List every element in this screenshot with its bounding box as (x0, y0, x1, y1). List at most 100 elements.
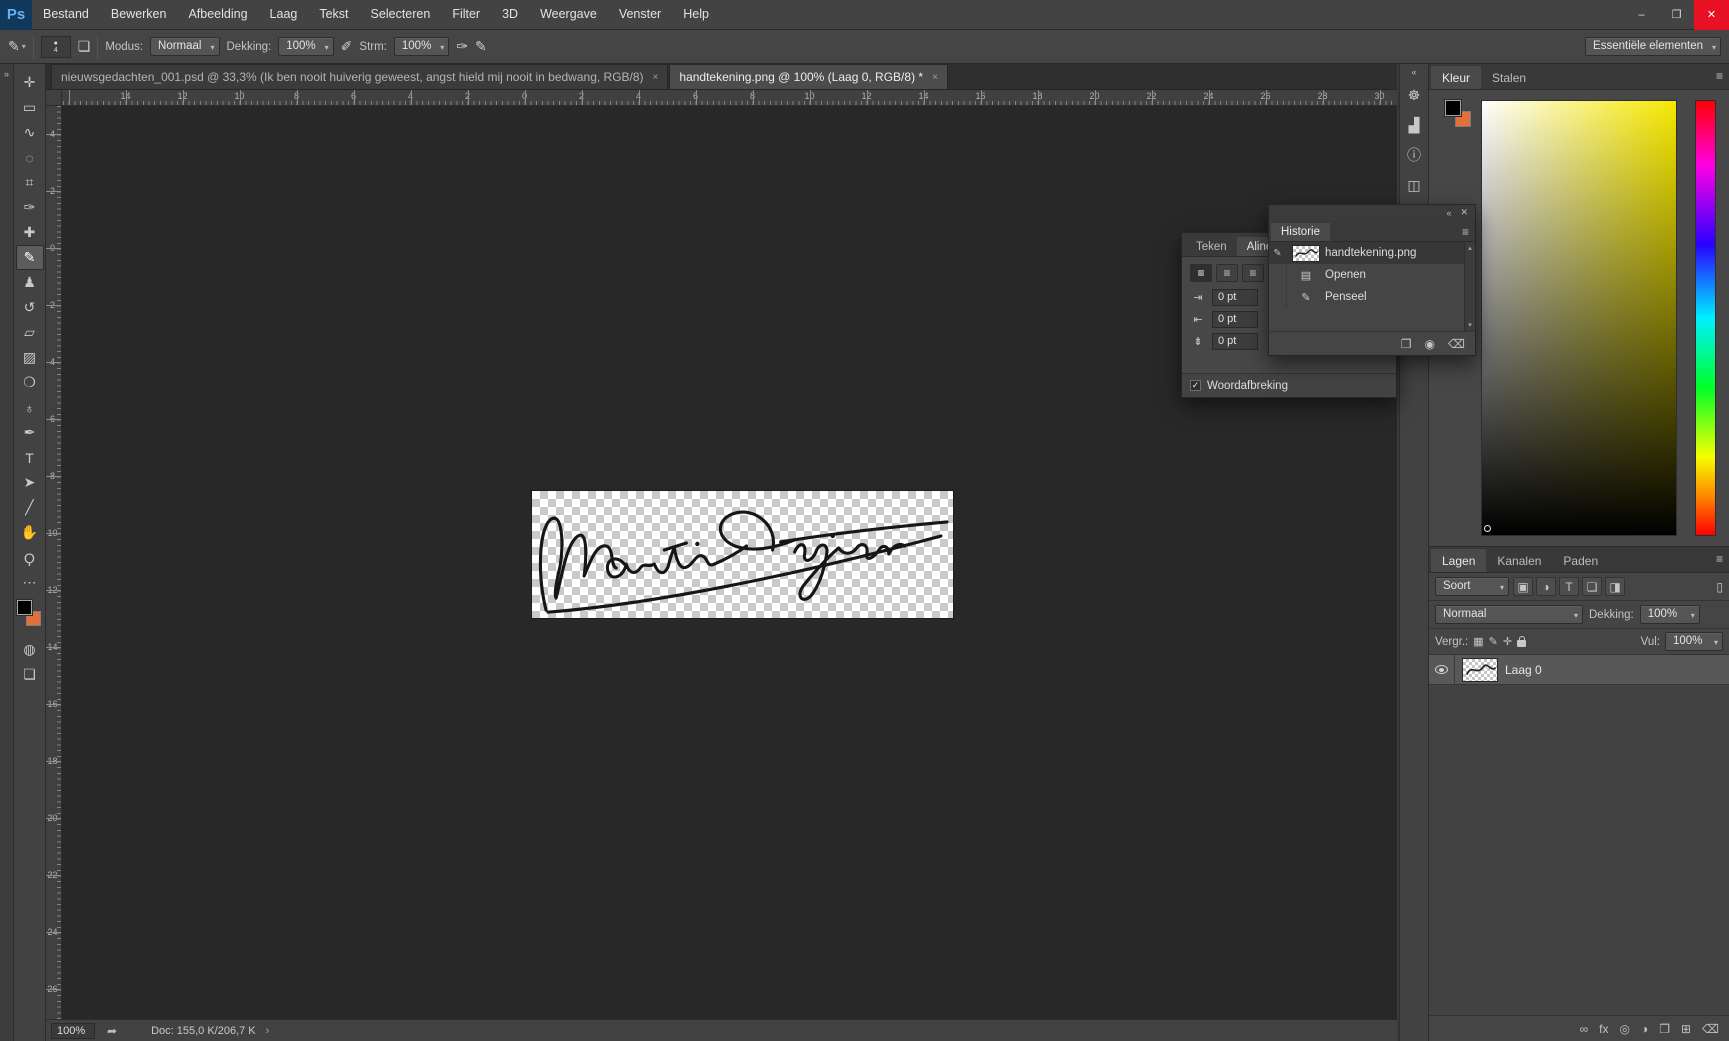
tab-close-icon[interactable]: × (932, 72, 938, 83)
new-snapshot-button[interactable]: ◉ (1425, 337, 1435, 351)
scroll-down-icon[interactable]: ▾ (1468, 321, 1472, 329)
menu-item[interactable]: Bewerken (100, 0, 178, 29)
new-document-from-state-button[interactable]: ❐ (1401, 337, 1412, 351)
filter-smart-objects-icon[interactable]: ◨ (1605, 577, 1625, 596)
tab-close-icon[interactable]: × (653, 72, 659, 83)
menu-item[interactable]: Filter (441, 0, 491, 29)
close-button[interactable]: ✕ (1694, 0, 1729, 30)
indent-value-field[interactable]: 0 pt (1212, 311, 1258, 328)
tablet-size-button[interactable]: ✎ (475, 38, 487, 55)
menu-item[interactable]: Bestand (32, 0, 100, 29)
layer-thumbnail[interactable] (1463, 658, 1497, 681)
blend-mode-dropdown[interactable]: Normaal ▾ (150, 37, 220, 56)
panel-tab[interactable]: Paden (1552, 549, 1609, 572)
layer-group-button[interactable]: ❐ (1659, 1022, 1670, 1036)
tablet-opacity-button[interactable]: ✐ (341, 38, 353, 55)
lasso-tool[interactable]: ∿ (16, 120, 44, 145)
panel-tab[interactable]: Kanalen (1486, 549, 1552, 572)
menu-item[interactable]: Venster (608, 0, 672, 29)
layer-opacity-dropdown[interactable]: 100% ▾ (1639, 605, 1700, 624)
toggle-brush-panel-button[interactable]: ❏ (78, 38, 91, 55)
layer-effects-button[interactable]: fx (1599, 1022, 1608, 1036)
layer-blend-mode-dropdown[interactable]: Normaal ▾ (1435, 605, 1583, 624)
line-tool[interactable]: ╱ (16, 495, 44, 520)
foreground-background-swatches[interactable] (15, 599, 43, 634)
history-brush-source-slot[interactable] (1269, 264, 1287, 286)
color-picker-dot[interactable] (1484, 525, 1491, 532)
panel-tab[interactable]: Stalen (1481, 66, 1537, 89)
foreground-color-swatch[interactable] (1444, 99, 1462, 117)
quick-mask-button[interactable]: ◍ (16, 637, 44, 662)
menu-item[interactable]: Tekst (308, 0, 359, 29)
menu-item[interactable]: Afbeelding (177, 0, 258, 29)
marquee-tool[interactable]: ▭ (16, 95, 44, 120)
filter-pixel-layers-icon[interactable]: ▣ (1513, 577, 1533, 596)
info-panel-icon[interactable]: ⓘ (1400, 140, 1428, 170)
panel-tab[interactable]: Lagen (1431, 549, 1487, 572)
gradient-tool[interactable]: ▨ (16, 345, 44, 370)
history-brush-source-icon[interactable]: ✎ (1269, 242, 1287, 264)
eyedropper-tool[interactable]: ✑ (16, 195, 44, 220)
collapse-panels-icon[interactable]: « (1411, 64, 1416, 80)
filter-type-layers-icon[interactable]: T (1559, 577, 1579, 596)
navigator-panel-icon[interactable]: ☸ (1400, 80, 1428, 110)
link-layers-button[interactable]: ∞ (1580, 1022, 1589, 1036)
foreground-color-swatch[interactable] (15, 599, 33, 616)
menu-item[interactable]: Weergave (529, 0, 608, 29)
align-center-button[interactable]: ≡ (1216, 264, 1238, 282)
minimize-button[interactable]: – (1624, 0, 1659, 30)
expand-panel-icon[interactable]: » (4, 69, 9, 79)
hyphenate-checkbox[interactable]: ✓ (1190, 380, 1201, 391)
lock-icon[interactable]: ✛ (1503, 635, 1512, 648)
document-tab[interactable]: handtekening.png @ 100% (Laag 0, RGB/8) … (669, 64, 948, 89)
menu-item[interactable]: Laag (259, 0, 309, 29)
brush-preset-picker[interactable]: ● 4 (40, 35, 71, 58)
scroll-up-icon[interactable]: ▴ (1468, 244, 1472, 252)
menu-item[interactable]: Help (672, 0, 720, 29)
adjustment-layer-button[interactable]: ◑ (1641, 1022, 1648, 1036)
type-tool[interactable]: T (16, 445, 44, 470)
path-selection-tool[interactable]: ➤ (16, 470, 44, 495)
align-left-button[interactable]: ≡ (1190, 264, 1212, 282)
layer-filter-dropdown[interactable]: Soort ▾ (1435, 577, 1509, 596)
history-tab[interactable]: Historie (1271, 223, 1330, 241)
delete-state-button[interactable]: ⌫ (1448, 337, 1465, 351)
filter-shape-layers-icon[interactable]: ❏ (1582, 577, 1602, 596)
histogram-panel-icon[interactable]: ▟ (1400, 110, 1428, 140)
lock-icon[interactable]: ✎ (1489, 635, 1498, 648)
opacity-dropdown[interactable]: 100% ▾ (278, 37, 334, 56)
filter-toggle-icon[interactable]: ▯ (1716, 580, 1723, 594)
zoom-tool[interactable]: Ϙ (16, 545, 44, 570)
indent-value-field[interactable]: 0 pt (1212, 333, 1258, 350)
signature-image[interactable] (532, 491, 953, 618)
status-menu-chevron-icon[interactable]: › (266, 1025, 270, 1037)
edit-toolbar-button[interactable]: ⋯ (16, 570, 44, 595)
hand-tool[interactable]: ✋ (16, 520, 44, 545)
clone-stamp-tool[interactable]: ♟ (16, 270, 44, 295)
current-tool-icon[interactable]: ✎ ▾ (8, 38, 26, 55)
layer-fill-dropdown[interactable]: 100% ▾ (1665, 632, 1723, 651)
dodge-tool[interactable]: ♁ (16, 395, 44, 420)
maximize-button[interactable]: ❐ (1659, 0, 1694, 30)
blur-tool[interactable]: ❍ (16, 370, 44, 395)
panel-menu-icon[interactable]: ≡ (1716, 552, 1723, 566)
history-brush-source-slot[interactable] (1269, 286, 1287, 308)
eraser-tool[interactable]: ▱ (16, 320, 44, 345)
crop-tool[interactable]: ⌗ (16, 170, 44, 195)
brush-tool[interactable]: ✎ (15, 245, 44, 270)
healing-brush-tool[interactable]: ✚ (16, 220, 44, 245)
document-tab[interactable]: nieuwsgedachten_001.psd @ 33,3% (Ik ben … (51, 64, 669, 89)
panel-menu-icon[interactable]: ≡ (1716, 69, 1723, 83)
workspace-dropdown[interactable]: Essentiële elementen ▾ (1585, 37, 1721, 56)
publish-icon[interactable]: ➦ (107, 1024, 117, 1038)
history-entry[interactable]: ▤ Openen (1269, 264, 1464, 286)
zoom-level-field[interactable]: 100% (51, 1022, 95, 1039)
left-dock-strip[interactable]: » (0, 64, 14, 1041)
hue-slider[interactable] (1695, 100, 1716, 536)
history-scrollbar[interactable]: ▴ ▾ (1464, 242, 1475, 331)
lock-icon[interactable]: ▦ (1473, 635, 1483, 648)
layer-row[interactable]: Laag 0 (1429, 655, 1729, 685)
history-entry[interactable]: ✎ handtekening.png (1269, 242, 1464, 264)
layer-visibility-toggle[interactable] (1429, 655, 1455, 684)
document-size-info[interactable]: Doc: 155,0 K/206,7 K (151, 1025, 256, 1037)
